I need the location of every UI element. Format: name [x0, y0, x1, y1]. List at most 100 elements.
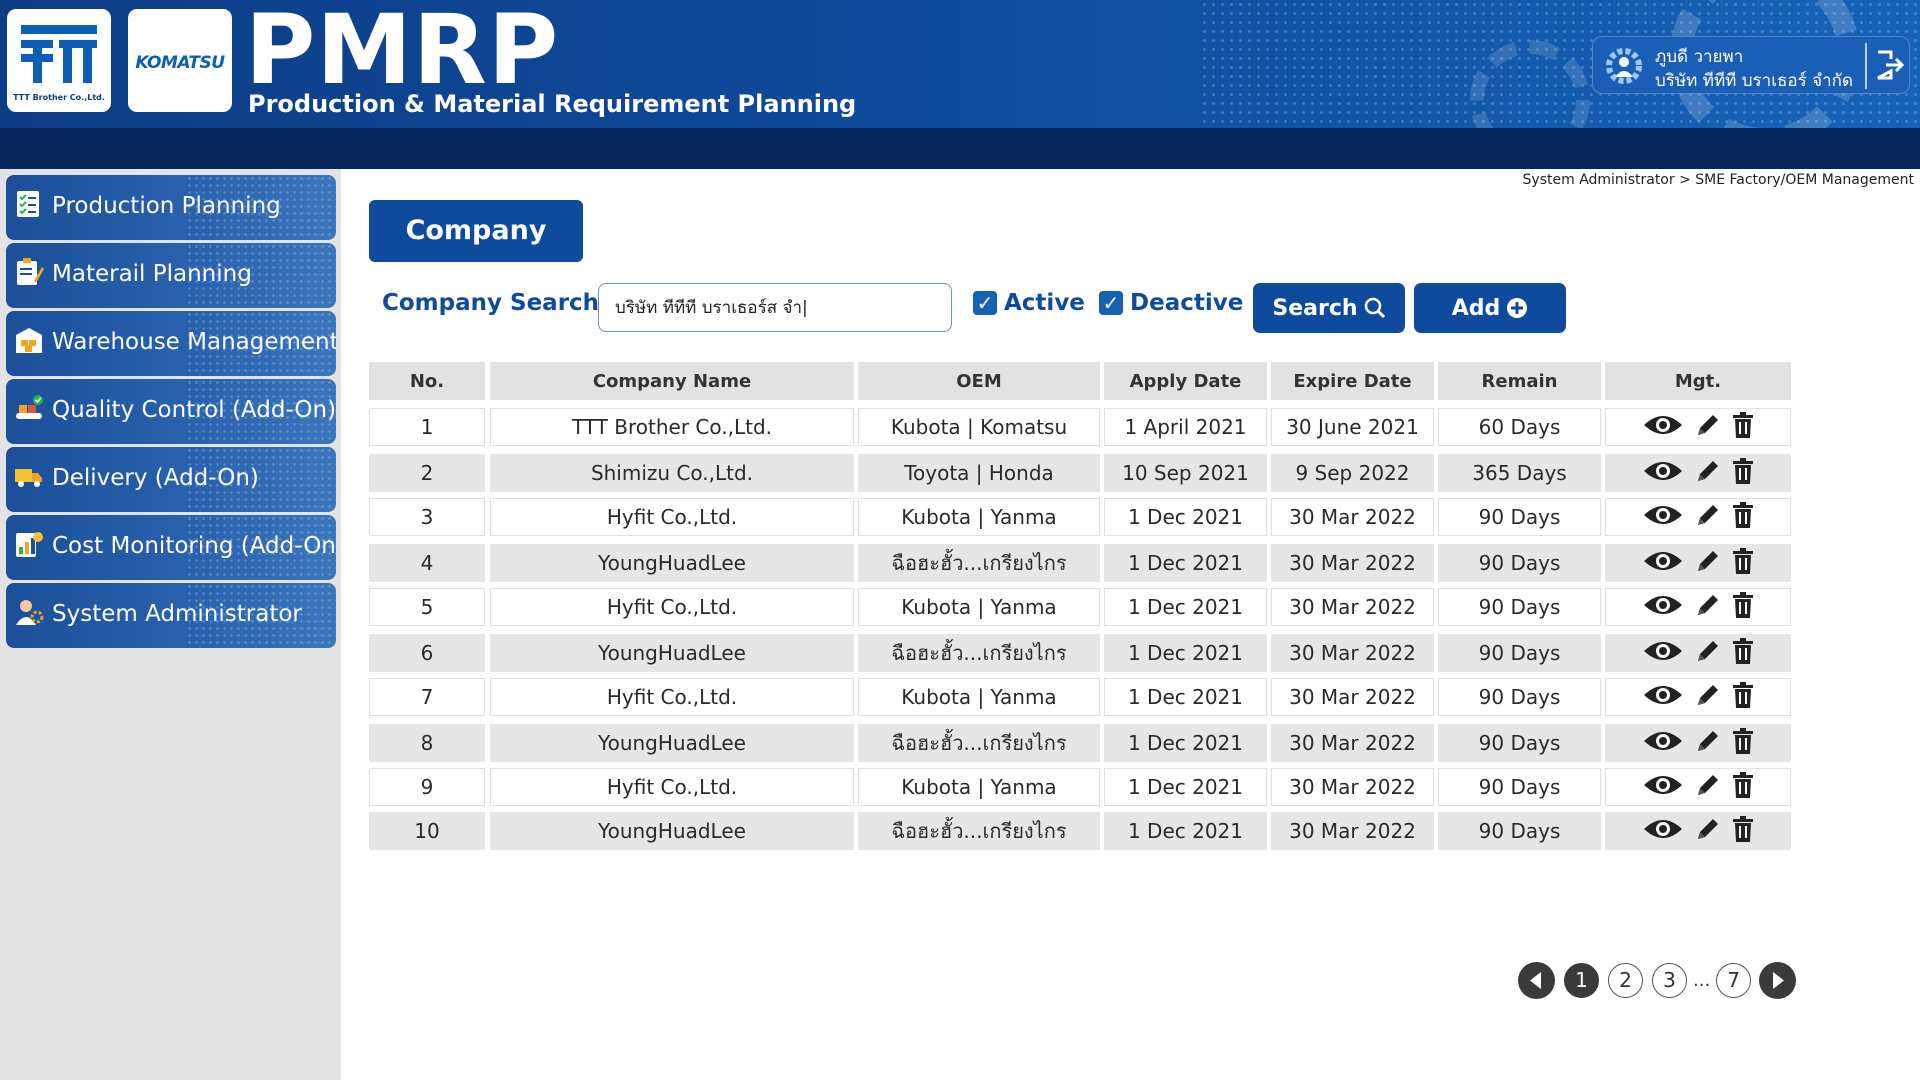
deactive-checkbox[interactable]: ✓ Deactive: [1099, 290, 1243, 316]
pagination: 1 2 3 ... 7: [1518, 961, 1797, 999]
prev-arrow-icon: [1530, 971, 1541, 989]
sidebar-item-cost-monitoring[interactable]: Cost Monitoring (Add-On): [6, 515, 336, 580]
table-cell-company-name: Hyfit Co.,Ltd.: [490, 588, 854, 626]
table-cell-remain: 90 Days: [1438, 724, 1601, 762]
page-button-last[interactable]: 7: [1716, 962, 1752, 998]
add-button[interactable]: Add: [1414, 283, 1566, 333]
table-cell-actions: [1605, 678, 1791, 716]
pencil-icon[interactable]: [1695, 638, 1721, 669]
checklist-icon: [17, 191, 39, 217]
row-actions: [1642, 727, 1754, 759]
eye-icon[interactable]: [1642, 817, 1684, 846]
pencil-icon[interactable]: [1695, 728, 1721, 759]
trash-icon[interactable]: [1732, 771, 1754, 803]
column-header-expire-date: Expire Date: [1271, 362, 1434, 400]
trash-icon[interactable]: [1732, 591, 1754, 623]
table-cell-company-name: YoungHuadLee: [490, 544, 854, 582]
search-button[interactable]: Search: [1253, 283, 1405, 333]
eye-icon[interactable]: [1642, 459, 1684, 488]
table-cell-no: 5: [369, 588, 485, 626]
eye-icon[interactable]: [1642, 503, 1684, 532]
next-arrow-icon: [1773, 971, 1785, 989]
page-button-1[interactable]: 1: [1564, 962, 1599, 998]
eye-icon[interactable]: [1642, 593, 1684, 622]
table-cell-actions: [1605, 768, 1791, 806]
plus-circle-icon: [1507, 298, 1528, 318]
pencil-icon[interactable]: [1695, 412, 1721, 443]
table-cell-remain: 365 Days: [1438, 454, 1601, 492]
table-cell-no: 4: [369, 544, 485, 582]
table-cell-actions: [1605, 498, 1791, 536]
user-panel: ภูบดี วายพา บริษัท ทีทีที บราเธอร์ จำกัด: [1592, 36, 1910, 94]
page-button-2[interactable]: 2: [1608, 962, 1643, 998]
table-cell-expire-date: 9 Sep 2022: [1271, 454, 1434, 492]
sidebar-item-warehouse-management[interactable]: Warehouse Management: [6, 311, 336, 376]
table-cell-expire-date: 30 Mar 2022: [1271, 724, 1434, 762]
table-cell-actions: [1605, 634, 1791, 672]
trash-icon[interactable]: [1732, 637, 1754, 669]
app-subtitle: Production & Material Requirement Planni…: [248, 90, 857, 118]
company-search-input[interactable]: [598, 283, 952, 332]
row-actions: [1642, 547, 1754, 579]
sidebar-item-label: Quality Control (Add-On): [52, 397, 336, 423]
trash-icon[interactable]: [1732, 547, 1754, 579]
table-cell-apply-date: 1 Dec 2021: [1104, 768, 1267, 806]
sidebar-item-material-planning[interactable]: Materail Planning: [6, 243, 336, 308]
table-cell-company-name: Shimizu Co.,Ltd.: [490, 454, 854, 492]
table-cell-oem: ฉือฮะฮั้ว...เกรียงไกร: [858, 724, 1100, 762]
trash-icon[interactable]: [1732, 815, 1754, 847]
trash-icon[interactable]: [1732, 501, 1754, 533]
table-cell-oem: Kubota | Yanma: [858, 498, 1100, 536]
eye-icon[interactable]: [1642, 729, 1684, 758]
table-cell-oem: ฉือฮะฮั้ว...เกรียงไกร: [858, 544, 1100, 582]
table-cell-remain: 90 Days: [1438, 678, 1601, 716]
page-button-3[interactable]: 3: [1652, 962, 1687, 998]
ttt-logo-mark-icon: [21, 25, 97, 83]
eye-icon[interactable]: [1642, 549, 1684, 578]
table-cell-remain: 90 Days: [1438, 588, 1601, 626]
user-name: ภูบดี วายพา: [1655, 47, 1744, 67]
checkbox-checked-icon[interactable]: ✓: [973, 291, 997, 315]
table-cell-expire-date: 30 Mar 2022: [1271, 498, 1434, 536]
table-cell-no: 9: [369, 768, 485, 806]
sidebar-item-production-planning[interactable]: Production Planning: [6, 175, 336, 240]
table-cell-no: 1: [369, 408, 485, 446]
logout-icon[interactable]: [1875, 49, 1905, 81]
pencil-icon[interactable]: [1695, 592, 1721, 623]
prev-page-button[interactable]: [1518, 961, 1555, 999]
trash-icon[interactable]: [1732, 681, 1754, 713]
sidebar-item-quality-control[interactable]: Quality Control (Add-On): [6, 379, 336, 444]
pencil-icon[interactable]: [1695, 502, 1721, 533]
trash-icon[interactable]: [1732, 411, 1754, 443]
ttt-logo-caption: TTT Brother Co.,Ltd.: [13, 93, 105, 102]
eye-icon[interactable]: [1642, 683, 1684, 712]
sidebar-item-delivery[interactable]: Delivery (Add-On): [6, 447, 336, 512]
table-cell-remain: 90 Days: [1438, 498, 1601, 536]
page-ellipsis: ...: [1693, 969, 1711, 991]
eye-icon[interactable]: [1642, 413, 1684, 442]
pencil-icon[interactable]: [1695, 772, 1721, 803]
trash-icon[interactable]: [1732, 457, 1754, 489]
table-cell-no: 6: [369, 634, 485, 672]
table-cell-remain: 90 Days: [1438, 544, 1601, 582]
pencil-icon[interactable]: [1695, 548, 1721, 579]
active-checkbox[interactable]: ✓ Active: [973, 290, 1085, 316]
checkbox-checked-icon[interactable]: ✓: [1099, 291, 1123, 315]
eye-icon[interactable]: [1642, 773, 1684, 802]
pencil-icon[interactable]: [1695, 458, 1721, 489]
column-header-company-name: Company Name: [490, 362, 854, 400]
column-header-oem: OEM: [858, 362, 1100, 400]
table-cell-apply-date: 1 Dec 2021: [1104, 812, 1267, 850]
next-page-button[interactable]: [1759, 961, 1797, 999]
table-cell-no: 3: [369, 498, 485, 536]
trash-icon[interactable]: [1732, 727, 1754, 759]
pencil-icon[interactable]: [1695, 816, 1721, 847]
table-cell-company-name: YoungHuadLee: [490, 634, 854, 672]
pencil-icon[interactable]: [1695, 682, 1721, 713]
sidebar-item-system-administrator[interactable]: System Administrator: [6, 583, 336, 648]
warehouse-icon: [16, 328, 42, 353]
cost-chart-icon: [16, 532, 43, 557]
table-cell-oem: Kubota | Komatsu: [858, 408, 1100, 446]
eye-icon[interactable]: [1642, 639, 1684, 668]
table-cell-company-name: YoungHuadLee: [490, 724, 854, 762]
